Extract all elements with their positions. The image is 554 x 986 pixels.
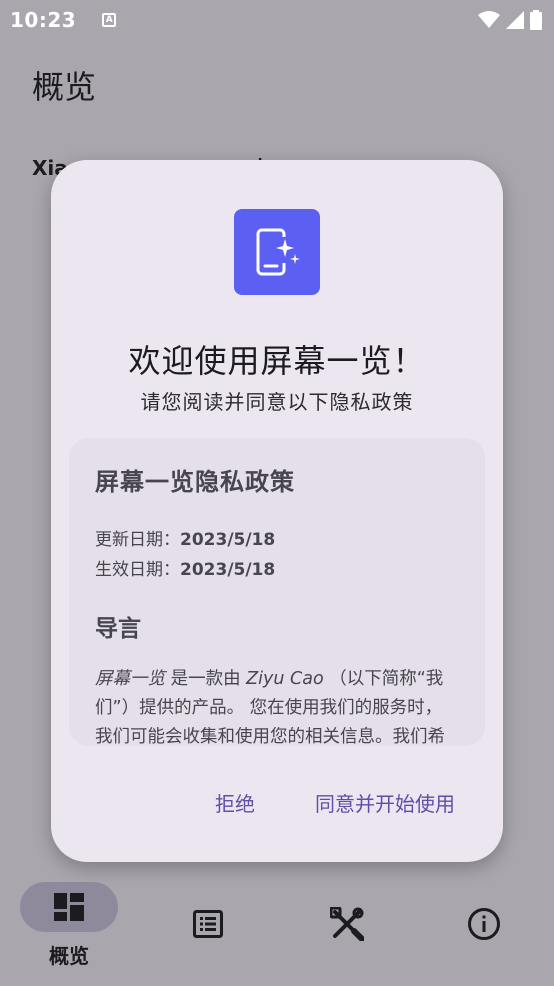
policy-body-text: 屏幕一览 是一款由 Ziyu Cao （以下简称“我们”）提供的产品。 您在使用… bbox=[95, 665, 459, 746]
policy-dates: 更新日期：2023/5/18 生效日期：2023/5/18 bbox=[95, 525, 459, 585]
status-time: 10:23 bbox=[10, 8, 77, 32]
policy-app-name: 屏幕一览 bbox=[95, 669, 165, 689]
updated-date-label: 更新日期： bbox=[95, 530, 180, 550]
wifi-icon bbox=[478, 11, 500, 28]
dialog-title: 欢迎使用屏幕一览！ bbox=[128, 342, 426, 380]
updated-date-value: 2023/5/18 bbox=[180, 530, 276, 550]
page-title: 概览 bbox=[32, 68, 97, 106]
nav-item-overview[interactable] bbox=[20, 882, 118, 932]
nav-label-overview: 概览 bbox=[49, 944, 89, 968]
effective-date-label: 生效日期： bbox=[95, 560, 180, 580]
status-bar: 10:23 A bbox=[0, 0, 554, 40]
list-icon bbox=[193, 910, 223, 938]
dashboard-icon bbox=[54, 893, 84, 921]
effective-date: 生效日期：2023/5/18 bbox=[95, 555, 459, 585]
nav-item-info[interactable] bbox=[464, 906, 504, 942]
updated-date: 更新日期：2023/5/18 bbox=[95, 525, 459, 555]
reject-button[interactable]: 拒绝 bbox=[215, 788, 255, 817]
dialog-actions: 拒绝 同意并开始使用 bbox=[215, 788, 455, 817]
info-icon bbox=[468, 908, 500, 940]
tools-icon bbox=[330, 907, 364, 941]
status-indicators bbox=[478, 10, 542, 30]
effective-date-value: 2023/5/18 bbox=[180, 560, 276, 580]
signal-icon bbox=[506, 11, 524, 29]
policy-scroll-area[interactable]: 屏幕一览隐私政策 更新日期：2023/5/18 生效日期：2023/5/18 导… bbox=[69, 438, 485, 746]
notification-icon: A bbox=[102, 13, 117, 27]
bottom-navigation: 概览 bbox=[0, 870, 554, 986]
app-icon bbox=[234, 209, 320, 295]
dialog-subtitle: 请您阅读并同意以下隐私政策 bbox=[140, 390, 414, 414]
policy-section-title: 导言 bbox=[95, 616, 141, 642]
nav-item-list[interactable] bbox=[188, 908, 228, 940]
policy-author: Ziyu Cao bbox=[246, 669, 324, 689]
policy-heading: 屏幕一览隐私政策 bbox=[95, 468, 295, 496]
nav-item-tools[interactable] bbox=[327, 906, 367, 942]
phone-sparkle-icon bbox=[256, 228, 300, 276]
accept-button[interactable]: 同意并开始使用 bbox=[315, 788, 455, 817]
battery-icon bbox=[530, 10, 542, 30]
policy-text-1: 是一款由 bbox=[165, 669, 247, 689]
privacy-dialog: 欢迎使用屏幕一览！ 请您阅读并同意以下隐私政策 屏幕一览隐私政策 更新日期：20… bbox=[51, 160, 503, 862]
